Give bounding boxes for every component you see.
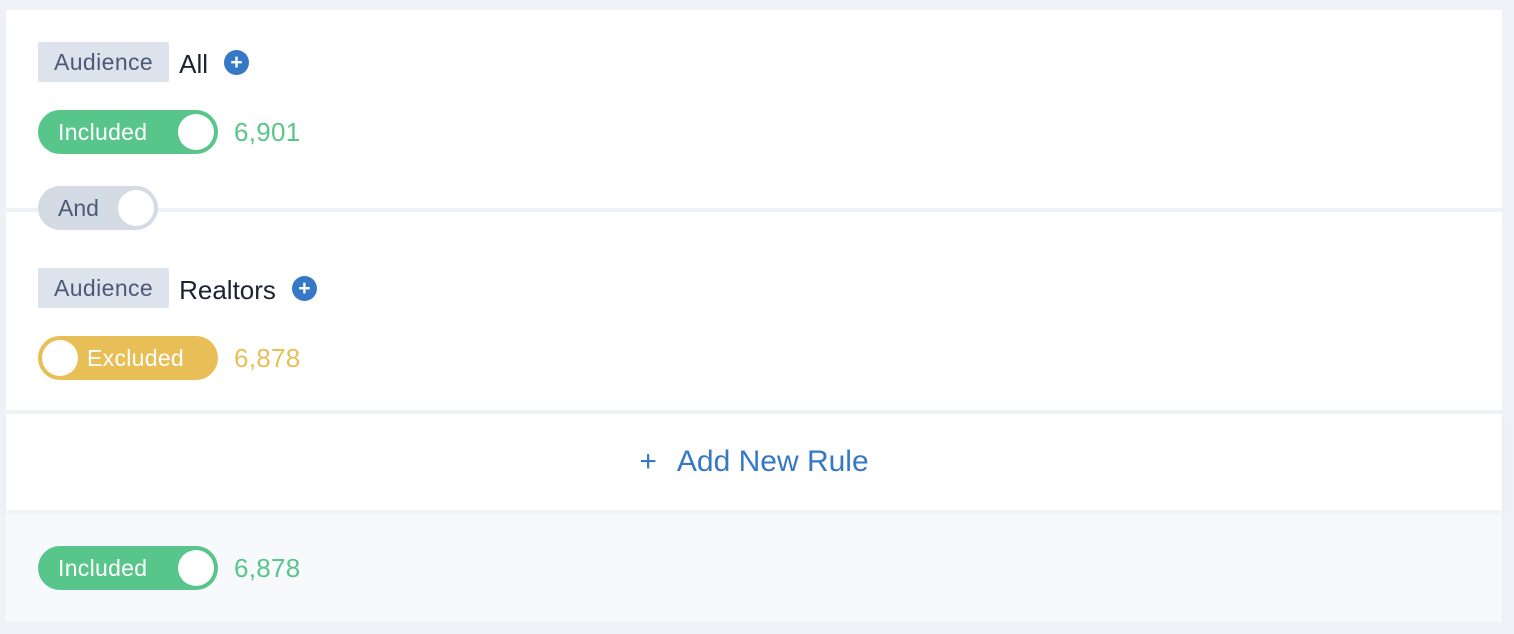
- audience-count: 6,901: [234, 116, 301, 147]
- rule-1-audience-row: Audience All +: [38, 42, 250, 82]
- toggle-knob: [118, 190, 154, 226]
- and-or-connector-toggle[interactable]: And: [38, 186, 158, 230]
- rule-2-status-row: Excluded 6,878: [38, 336, 301, 380]
- include-exclude-toggle[interactable]: Included: [38, 110, 218, 154]
- add-new-rule-button[interactable]: + Add New Rule: [6, 414, 1502, 510]
- toggle-knob: [178, 550, 214, 586]
- audience-badge: Audience: [38, 42, 170, 82]
- summary-include-toggle[interactable]: Included: [38, 546, 218, 590]
- toggle-label: Included: [58, 555, 148, 581]
- toggle-label: Included: [58, 119, 148, 145]
- audience-badge: Audience: [38, 268, 170, 308]
- plus-circle-icon[interactable]: +: [224, 49, 250, 75]
- audience-name[interactable]: All: [179, 49, 208, 80]
- include-exclude-toggle[interactable]: Excluded: [38, 336, 218, 380]
- add-new-rule-label: Add New Rule: [676, 445, 869, 478]
- summary-footer: Included 6,878: [6, 510, 1502, 622]
- rule-2: Audience Realtors + Excluded 6,878: [6, 212, 1502, 410]
- plus-icon: +: [639, 445, 657, 478]
- toggle-knob: [42, 340, 78, 376]
- summary-count: 6,878: [234, 552, 301, 583]
- audience-count: 6,878: [234, 342, 301, 373]
- audience-name[interactable]: Realtors: [179, 275, 276, 306]
- rule-1-status-row: Included 6,901: [38, 110, 301, 154]
- audience-rules-panel: Audience All + Included 6,901 And Audien…: [6, 10, 1502, 622]
- plus-circle-icon[interactable]: +: [291, 275, 317, 301]
- toggle-label: Excluded: [87, 345, 185, 371]
- rule-1: Audience All + Included 6,901: [6, 10, 1502, 208]
- toggle-knob: [178, 114, 214, 150]
- connector-label: And: [58, 195, 99, 221]
- summary-status-row: Included 6,878: [38, 546, 301, 590]
- rule-2-audience-row: Audience Realtors +: [38, 268, 317, 308]
